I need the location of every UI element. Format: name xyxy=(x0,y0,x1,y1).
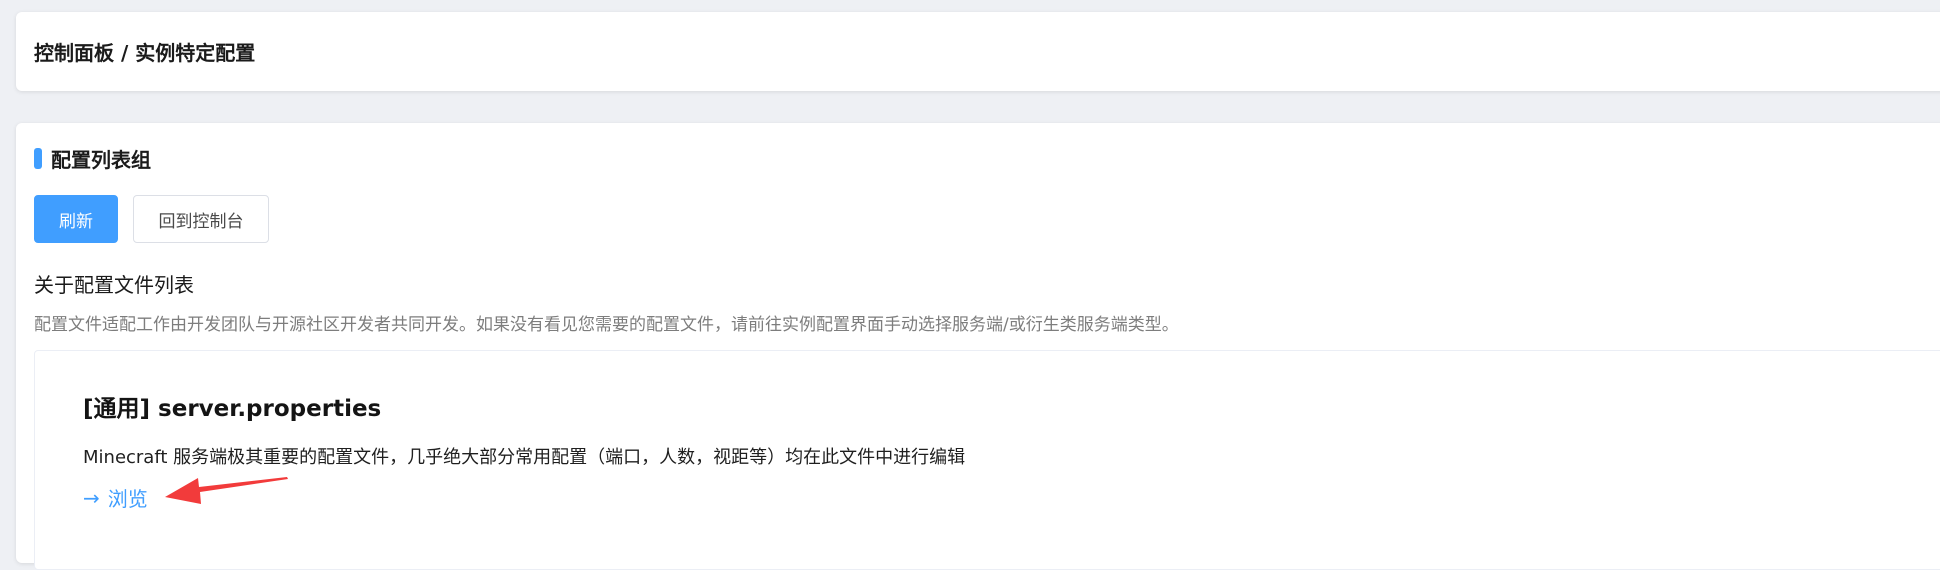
browse-link-label: 浏览 xyxy=(107,487,148,511)
config-file-title: [通用] server.properties xyxy=(83,396,382,422)
breadcrumb: 控制面板 / 实例特定配置 xyxy=(34,41,256,65)
back-to-console-button[interactable]: 回到控制台 xyxy=(133,195,269,243)
config-file-description: Minecraft 服务端极其重要的配置文件，几乎绝大部分常用配置（端口，人数，… xyxy=(83,447,966,468)
breadcrumb-card: 控制面板 / 实例特定配置 xyxy=(16,12,1940,91)
browse-link[interactable]: → 浏览 xyxy=(83,483,148,512)
action-buttons: 刷新 回到控制台 xyxy=(34,195,269,243)
config-file-card: [通用] server.properties Minecraft 服务端极其重要… xyxy=(34,350,1940,570)
section-header: 配置列表组 xyxy=(34,145,151,172)
section-title: 配置列表组 xyxy=(51,147,151,172)
refresh-button[interactable]: 刷新 xyxy=(34,195,118,243)
about-title: 关于配置文件列表 xyxy=(34,273,194,297)
arrow-right-icon: → xyxy=(83,485,100,510)
config-list-panel: 配置列表组 刷新 回到控制台 关于配置文件列表 配置文件适配工作由开发团队与开源… xyxy=(16,123,1940,570)
section-accent-bar xyxy=(34,147,42,169)
about-description: 配置文件适配工作由开发团队与开源社区开发者共同开发。如果没有看见您需要的配置文件… xyxy=(34,315,1179,335)
